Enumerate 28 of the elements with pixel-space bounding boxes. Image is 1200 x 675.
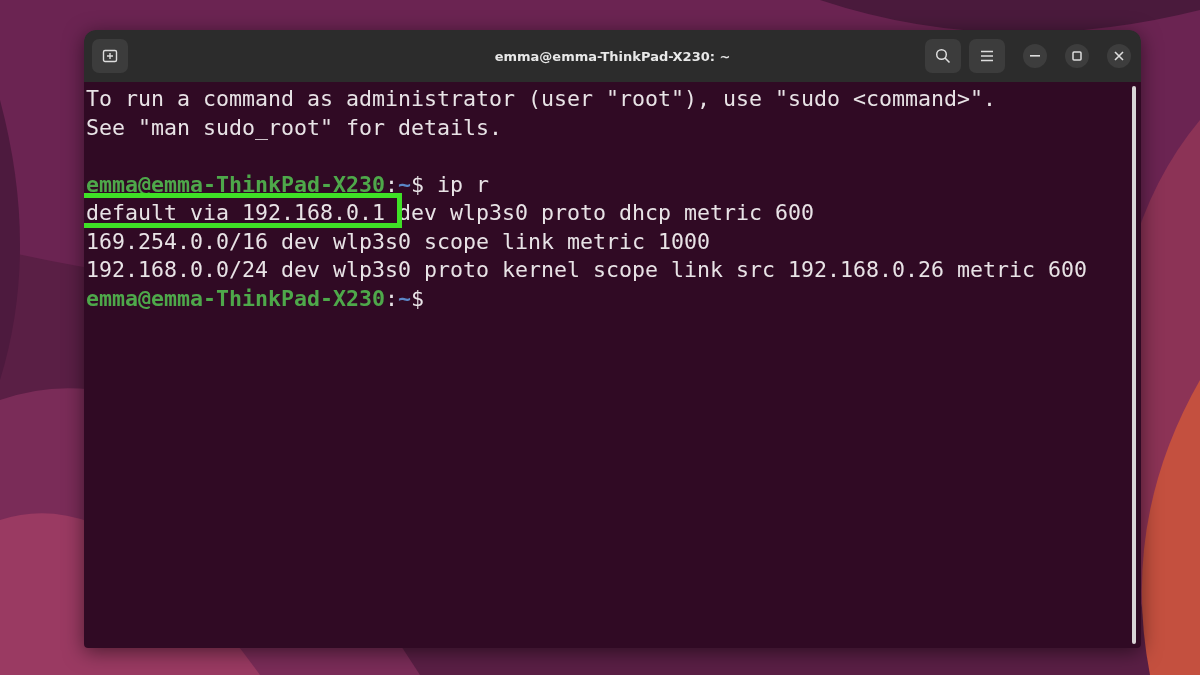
output-text: 169.254.0.0/16 dev wlp3s0 scope link metric 1000 <box>86 228 711 254</box>
new-tab-icon <box>102 48 118 64</box>
output-text: 192.168.0.0/24 dev wlp3s0 proto kernel scope link src 192.168.0.26 metric 600 <box>86 257 1088 282</box>
prompt-symbol: $ <box>411 285 425 311</box>
output-text: default via 192.168.0.1 <box>86 200 385 225</box>
minimize-button[interactable] <box>1023 44 1047 68</box>
close-button[interactable] <box>1107 44 1131 68</box>
prompt-host: emma@emma-ThinkPad-X230 <box>86 171 385 197</box>
output-text: To run a command as administrator (user "root"), use "sudo <command>". <box>86 86 997 111</box>
prompt-separator: : <box>385 171 399 197</box>
close-icon <box>1114 51 1124 61</box>
output-text: See "man sudo_root" for details. <box>86 114 503 140</box>
minimize-icon <box>1030 55 1040 57</box>
maximize-button[interactable] <box>1065 44 1089 68</box>
search-button[interactable] <box>925 39 961 73</box>
prompt-path: ~ <box>398 285 412 311</box>
prompt-host: emma@emma-ThinkPad-X230 <box>86 285 385 311</box>
scrollbar[interactable] <box>1132 86 1136 644</box>
menu-icon <box>980 50 994 62</box>
prompt-path: ~ <box>398 171 412 197</box>
prompt-separator: : <box>385 285 399 311</box>
search-icon <box>935 48 951 64</box>
new-tab-button[interactable] <box>92 39 128 73</box>
prompt-symbol: $ <box>411 171 425 197</box>
command-text: ip r <box>437 171 490 197</box>
window-title: emma@emma-ThinkPad-X230: ~ <box>494 48 731 64</box>
menu-button[interactable] <box>969 39 1005 73</box>
maximize-icon <box>1072 51 1082 61</box>
